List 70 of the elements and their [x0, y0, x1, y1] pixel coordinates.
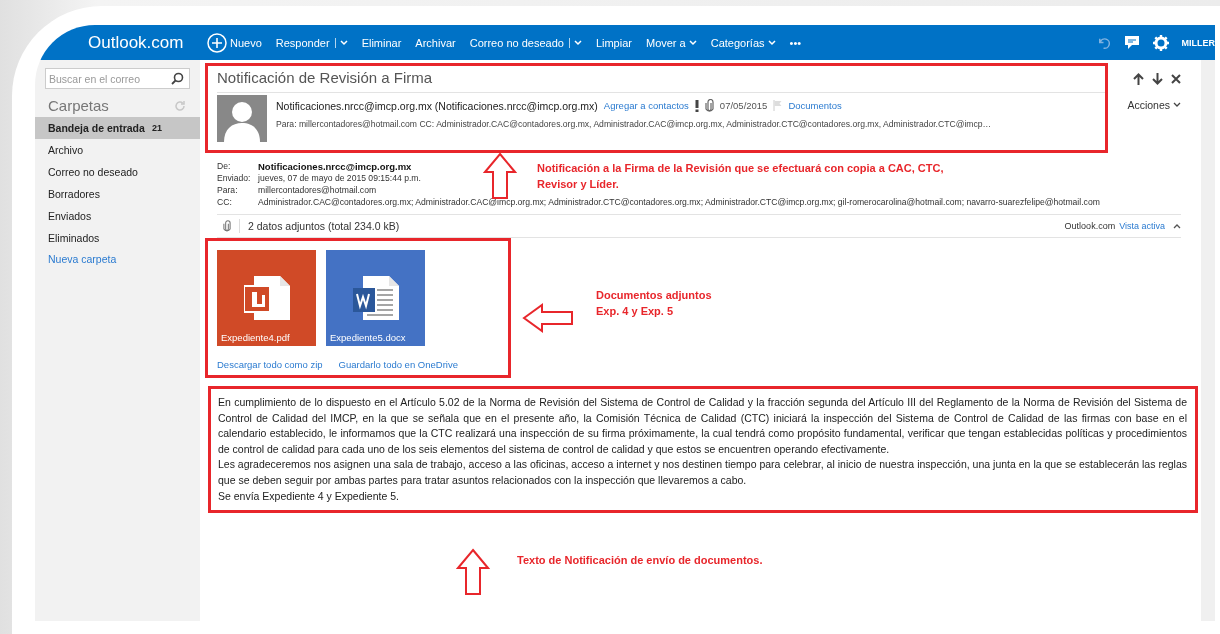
user-name[interactable]: MILLER — [1181, 37, 1215, 48]
detail-value: millercontadores@hotmail.com — [258, 185, 377, 196]
chevron-icon — [573, 39, 582, 46]
chevron-icon — [767, 39, 776, 46]
chevron-icon — [688, 39, 697, 46]
new-folder-link[interactable]: Nueva carpeta — [35, 249, 200, 269]
message-subject: Notificación de Revisión a Firma — [217, 68, 1105, 93]
chevron-icon — [339, 39, 348, 46]
collapse-icon[interactable] — [1173, 223, 1181, 229]
annotation-text: Notificación a la Firma de la Revisión que se efectuará con copia a CAC, CTC, Revisor y Líder. — [537, 161, 944, 192]
paperclip-icon — [704, 99, 714, 112]
toolbar-button[interactable]: Mover a — [638, 36, 704, 49]
body-paragraph: En cumplimiento de lo dispuesto en el Artículo 5.02 de la Norma de Revisión del Sistema de Control de Calidad y la fracción segunda del Artículo III del Reglamento de la Norma de Revisión del Sistema de Control de Calidad del IMCP, en la que se señala que en el presente año, la Comisión Técnica de Calidad (CTC) iniciará la inspección del Sistema de Control de Calidad de las firmas con base en el calendario establecido, le informamos que la CTC realizará una inspección de su firma próximamente, la cual tendrá como propósito fundamental, verificar que tengan establecidas políticas y procedimientos de control de calidad para cada uno de los seis elementos del sistema de control de calidad y que estos se encuentren operando efectivamente. — [218, 395, 1187, 457]
viewer-label: Outlook.com — [1064, 221, 1116, 231]
sender-name: Notificaciones.nrcc@imcp.org.mx (Notificaciones.nrcc@imcp.org.mx) — [276, 99, 598, 112]
detail-label: Enviado: — [217, 173, 252, 184]
folder-item[interactable]: Borradores — [35, 183, 200, 205]
detail-value: Notificaciones.nrcc@imcp.org.mx — [258, 161, 412, 172]
folder-item[interactable]: Eliminados — [35, 227, 200, 249]
folder-item[interactable]: Correo no deseado — [35, 161, 200, 183]
plus-icon — [207, 32, 227, 53]
category-link[interactable]: Documentos — [788, 100, 842, 111]
attachment-action-link[interactable]: Guardarlo todo en OneDrive — [338, 359, 458, 370]
toolbar-button[interactable]: Archivar — [408, 36, 463, 49]
search-icon[interactable] — [171, 72, 184, 85]
detail-value: Administrador.CAC@contadores.org.mx; Administrador.CAC@imcp.org.mx; Administrador.CTC@contadores.org.mx; Administrador.CTC@imcp.org.mx; gil-romerocarolina@hotmail.com; navarro-suarezfelipe@hotmail.com — [258, 197, 1100, 208]
paperclip-icon — [223, 220, 231, 232]
down-arrow-icon[interactable] — [1152, 73, 1163, 85]
folder-item[interactable]: Archivo — [35, 139, 200, 161]
folder-item[interactable]: Bandeja de entrada 21 — [35, 117, 200, 139]
message-date: 07/05/2015 — [719, 100, 768, 111]
annotation-text: Texto de Notificación de envío de documentos. — [517, 553, 763, 568]
attachment-action-link[interactable]: Descargar todo como zip — [217, 359, 323, 370]
attachments-summary: 2 datos adjuntos (total 234.0 kB) — [248, 220, 400, 232]
word-file-icon — [353, 274, 401, 322]
view-mode-link[interactable]: Vista activa — [1119, 221, 1165, 231]
toolbar-button[interactable]: Eliminar — [354, 36, 409, 49]
search-field[interactable]: Buscar en el correo — [45, 68, 190, 89]
annotation-arrow — [522, 303, 574, 333]
up-arrow-icon[interactable] — [1133, 73, 1144, 85]
close-icon[interactable] — [1171, 74, 1181, 84]
toolbar-button[interactable]: ••• — [782, 36, 809, 49]
toolbar-button[interactable]: Limpiar — [588, 36, 639, 49]
folders-heading: Carpetas — [48, 97, 109, 114]
app-logo[interactable]: Outlook.com — [35, 32, 200, 53]
toolbar-button[interactable]: Correo no deseado — [462, 36, 589, 49]
pdf-file-icon — [244, 274, 292, 322]
annotation-text: Documentos adjuntos Exp. 4 y Exp. 5 — [596, 288, 712, 319]
detail-label: CC: — [217, 197, 233, 208]
chat-icon[interactable] — [1123, 35, 1140, 50]
scrollbar[interactable] — [1201, 60, 1215, 621]
recipients-line: Para: millercontadores@hotmail.com CC: Administrador.CAC@contadores.org.mx, Administrador.CAC@imcp.org.mx, Administrador.CTC@contadores.org.mx, Administrador.CTC@imcp… — [276, 119, 992, 129]
detail-label: Para: — [217, 185, 239, 196]
folder-item[interactable]: Enviados — [35, 205, 200, 227]
avatar-icon — [217, 95, 267, 142]
chevron-icon — [1173, 102, 1181, 108]
toolbar-button[interactable]: Responder — [268, 36, 355, 49]
actions-menu[interactable]: Acciones — [1127, 99, 1181, 111]
settings-icon[interactable] — [1152, 34, 1169, 51]
toolbar-button[interactable]: Categorías — [703, 36, 783, 49]
attachment-tile[interactable]: Expediente5.docx — [326, 250, 425, 346]
detail-label: De: — [217, 161, 232, 172]
exclamation-icon — [694, 99, 699, 112]
body-paragraph: Les agradeceremos nos asignen una sala de trabajo, acceso a las oficinas, acceso a internet y nos destinen tiempo para celebrar, al inicio de nuestra inspección, una junta en la que se establecerán las reglas que se deben seguir por ambas partes para tratar asuntos relacionados con la inspección que llevaremos a cabo. — [218, 457, 1187, 488]
detail-value: jueves, 07 de mayo de 2015 09:15:44 p.m. — [258, 173, 421, 184]
add-contact-link[interactable]: Agregar a contactos — [603, 100, 689, 111]
annotation-arrow — [456, 548, 490, 596]
attachment-tile[interactable]: Expediente4.pdf — [217, 250, 316, 346]
body-paragraph: Se envía Expediente 4 y Expediente 5. — [218, 488, 400, 504]
toolbar-button[interactable]: Nuevo — [200, 32, 269, 53]
